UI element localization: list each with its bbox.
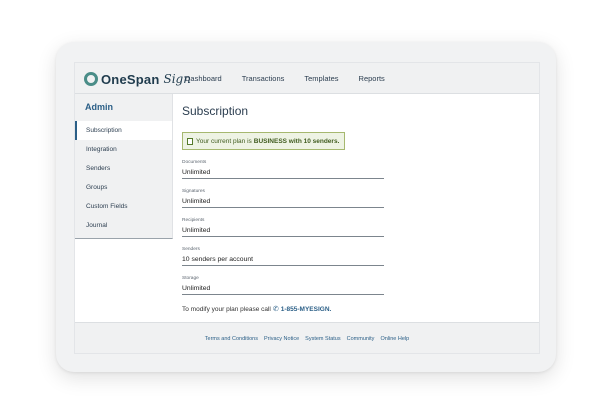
sidebar-list: Subscription Integration Senders Groups …	[75, 121, 172, 235]
storage-field: Storage Unlimited	[182, 276, 384, 295]
top-bar: OneSpan Sign Dashboard Transactions Temp…	[75, 63, 539, 94]
field-value: Unlimited	[182, 227, 211, 234]
footer-link-community[interactable]: Community	[347, 336, 375, 342]
recipients-field: Recipients Unlimited	[182, 218, 384, 237]
modify-note-text: To modify your plan please call	[182, 305, 271, 313]
sidebar-title: Admin	[85, 102, 113, 112]
onespan-logo[interactable]: OneSpan Sign	[84, 70, 191, 88]
sidebar-item-integration[interactable]: Integration	[75, 140, 172, 159]
plan-notice-text: Your current plan is	[196, 137, 252, 145]
plan-notice-strong: BUSINESS with 10 senders.	[253, 137, 340, 145]
sidebar-item-custom-fields[interactable]: Custom Fields	[75, 197, 172, 216]
signatures-field: Signatures Unlimited	[182, 189, 384, 208]
nav-transactions[interactable]: Transactions	[242, 74, 285, 83]
modify-plan-note: To modify your plan please call ✆ 1-855-…	[182, 305, 332, 314]
footer-link-help[interactable]: Online Help	[380, 336, 409, 342]
field-value: Unlimited	[182, 169, 211, 176]
field-label: Storage	[182, 276, 199, 281]
document-icon	[187, 137, 193, 145]
footer-link-privacy[interactable]: Privacy Notice	[264, 336, 299, 342]
senders-field: Senders 10 senders per account	[182, 247, 384, 266]
nav-templates[interactable]: Templates	[304, 74, 338, 83]
field-label: Recipients	[182, 218, 205, 223]
field-label: Signatures	[182, 189, 205, 194]
brand-name: OneSpan	[101, 71, 160, 87]
sidebar-item-journal[interactable]: Journal	[75, 216, 172, 235]
page-title: Subscription	[182, 104, 249, 118]
documents-field: Documents Unlimited	[182, 160, 384, 179]
field-value: 10 senders per account	[182, 256, 254, 263]
footer-link-terms[interactable]: Terms and Conditions	[205, 336, 258, 342]
footer: Terms and Conditions Privacy Notice Syst…	[75, 322, 539, 353]
sidebar-item-subscription[interactable]: Subscription	[75, 121, 172, 140]
footer-link-status[interactable]: System Status	[305, 336, 340, 342]
field-value: Unlimited	[182, 285, 211, 292]
phone-number[interactable]: 1-855-MYESIGN.	[281, 306, 332, 313]
field-value: Unlimited	[182, 198, 211, 205]
admin-sidebar: Admin Subscription Integration Senders G…	[75, 94, 173, 239]
phone-icon: ✆	[272, 306, 279, 313]
nav-dashboard[interactable]: Dashboard	[185, 74, 222, 83]
onespan-logo-icon	[84, 72, 98, 86]
nav-reports[interactable]: Reports	[359, 74, 385, 83]
app-window: OneSpan Sign Dashboard Transactions Temp…	[74, 62, 540, 354]
main-nav: Dashboard Transactions Templates Reports	[185, 63, 405, 93]
sidebar-item-groups[interactable]: Groups	[75, 178, 172, 197]
field-label: Documents	[182, 160, 207, 165]
sidebar-item-senders[interactable]: Senders	[75, 159, 172, 178]
field-label: Senders	[182, 247, 200, 252]
plan-notice: Your current plan is BUSINESS with 10 se…	[182, 132, 346, 150]
